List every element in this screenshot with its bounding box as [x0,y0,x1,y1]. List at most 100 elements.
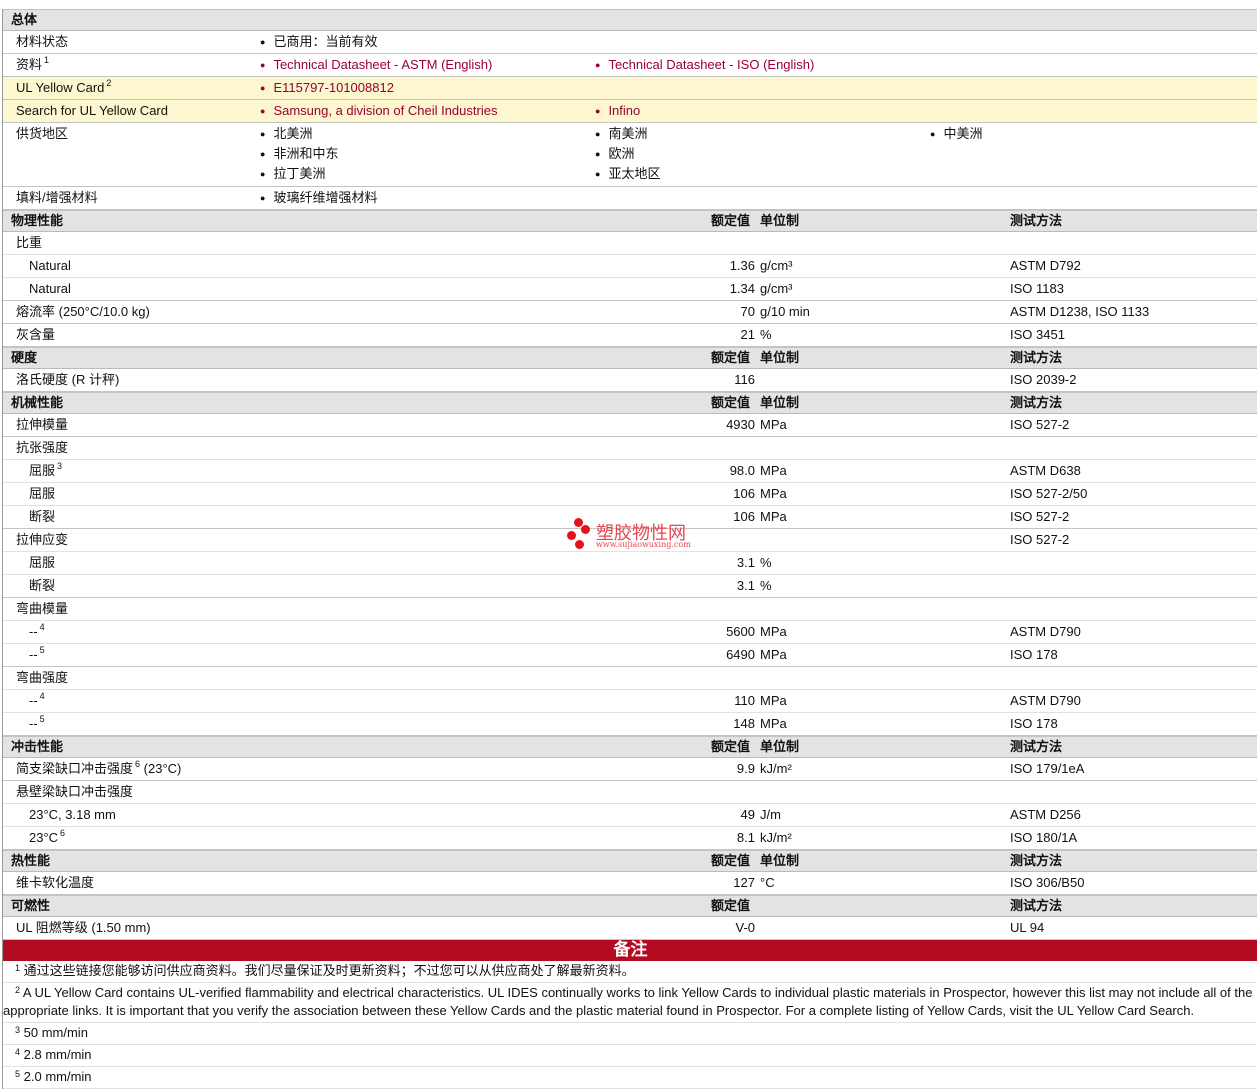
test-method: ISO 527-2/50 [1010,486,1088,501]
test-method: ASTM D256 [1010,807,1081,822]
row-label: UL Yellow Card 2 [16,77,111,99]
property-value: 5600 [726,624,755,639]
property-row: 23°C 6 8.1 kJ/m² ISO 180/1A [3,827,1257,850]
column-unit: 单位制 [760,350,800,365]
test-method: ASTM D638 [1010,463,1081,478]
property-label: 抗张强度 [16,437,68,459]
section-header: 硬度 额定值 单位制 测试方法 [3,347,1257,369]
test-method: ISO 527-2 [1010,417,1070,432]
column-test-method: 测试方法 [1010,213,1063,228]
link-item[interactable]: Technical Datasheet - ISO (English) [595,54,814,77]
section-title: 硬度 [11,350,38,365]
column-rated-value: 额定值 [711,739,751,754]
section-header: 冲击性能 额定值 单位制 测试方法 [3,736,1257,758]
list-item: 中美洲 [930,123,982,146]
property-value: 21 [740,327,755,342]
property-label: UL 阻燃等级 (1.50 mm) [16,917,151,939]
footnote-text: 通过这些链接您能够访问供应商资料。我们尽量保证及时更新资料；不过您可以从供应商处… [23,963,635,978]
property-unit: % [760,578,772,593]
footnote-ref[interactable]: 5 [40,645,45,655]
property-row: 断裂 3.1% [3,575,1257,598]
property-label: -- 5 [29,713,45,735]
footnote-ref[interactable]: 4 [40,622,45,632]
property-unit: g/cm³ [760,258,793,273]
footnote-ref[interactable]: 3 [57,461,62,471]
column-rated-value: 额定值 [711,395,751,410]
footnote-ref[interactable]: 5 [40,714,45,724]
property-row: UL 阻燃等级 (1.50 mm) V-0 UL 94 [3,917,1257,940]
property-value: 106 [733,509,755,524]
notes-header: 备注 [3,940,1257,961]
label-text: UL 阻燃等级 [16,920,88,935]
footnote-ref[interactable]: 6 [135,759,140,769]
footnote-ref[interactable]: 6 [60,828,65,838]
footnote-text: A UL Yellow Card contains UL-verified fl… [3,985,1253,1018]
link-item[interactable]: E115797-101008812 [260,77,394,100]
test-method: UL 94 [1010,920,1045,935]
label-text: 23°C [29,830,59,845]
column-unit: 单位制 [760,739,800,754]
test-method: ISO 527-2 [1010,532,1070,547]
label-text: 供货地区 [16,126,69,141]
property-row: 弯曲模量 [3,598,1257,621]
test-method: ISO 3451 [1010,327,1065,342]
property-label: -- 4 [29,621,45,643]
test-method: ISO 2039-2 [1010,372,1077,387]
property-row: 屈服 3 98.0 MPa ASTM D638 [3,460,1257,483]
test-method: ISO 179/1eA [1010,761,1085,776]
section-header: 可燃性 额定值 测试方法 [3,895,1257,917]
column-rated-value: 额定值 [711,213,751,228]
test-method: ASTM D790 [1010,693,1081,708]
watermark-url: www.sujiaowuxing.com [596,540,691,549]
label-text: 熔流率 [16,304,56,319]
property-value: 106 [733,486,755,501]
test-method: ASTM D792 [1010,258,1081,273]
property-value: 110 [734,693,755,708]
label-text: 断裂 [29,578,56,593]
property-unit: kJ/m² [760,830,792,845]
property-row: -- 5 6490 MPa ISO 178 [3,644,1257,667]
property-value: 9.9 [736,761,755,776]
property-value: 6490 [726,647,755,662]
label-text: 屈服 [29,555,56,570]
property-label: 灰含量 [16,324,55,346]
label-text: 资料 [16,57,43,72]
column-rated-value: 额定值 [711,853,751,868]
label-text: 悬壁梁缺口冲击强度 [16,784,134,799]
section-header-general: 总体 [3,9,1257,31]
property-row: 屈服 3.1% [3,552,1257,575]
list-item: 已商用：当前有效 [260,31,377,54]
label-text: Natural [29,281,71,296]
footnote-ref[interactable]: 2 [106,78,111,88]
row-label: Search for UL Yellow Card [16,100,168,122]
label-text: 维卡软化温度 [16,875,95,890]
property-label: 熔流率 (250°C/10.0 kg) [16,301,150,323]
property-row: -- 4 110 MPa ASTM D790 [3,690,1257,713]
link-item[interactable]: Samsung, a division of Cheil Industries [260,100,497,123]
property-unit: MPa [760,693,787,708]
section-header: 热性能 额定值 单位制 测试方法 [3,850,1257,872]
link-item[interactable]: Infino [595,100,640,123]
label-text: 简支梁缺口冲击强度 [16,761,134,776]
footnote-ref[interactable]: 1 [44,55,49,65]
link-item[interactable]: Technical Datasheet - ASTM (English) [260,54,492,77]
label-text: 比重 [16,235,43,250]
footnote: 5 2.0 mm/min [3,1067,1257,1089]
footnote-ref[interactable]: 4 [40,691,45,701]
footnote-number: 4 [15,1047,21,1057]
property-row: 洛氏硬度 (R 计秤) 116 ISO 2039-2 [3,369,1257,392]
property-unit: MPa [760,486,787,501]
footnote: 1 通过这些链接您能够访问供应商资料。我们尽量保证及时更新资料；不过您可以从供应… [3,961,1257,983]
label-text: 弯曲强度 [16,670,69,685]
property-row: 维卡软化温度 127 °C ISO 306/B50 [3,872,1257,895]
footnote: 3 50 mm/min [3,1023,1257,1045]
label-text: 拉伸模量 [16,417,69,432]
property-label: 弯曲模量 [16,598,68,620]
general-row: UL Yellow Card2 E115797-101008812 [3,77,1257,100]
property-row: -- 5 148 MPa ISO 178 [3,713,1257,736]
label-text: 屈服 [29,463,56,478]
footnote-text: 2.0 mm/min [23,1069,92,1084]
label-text: Search for UL Yellow Card [16,103,168,118]
property-label: 维卡软化温度 [16,872,94,894]
footnote-number: 3 [15,1025,21,1035]
